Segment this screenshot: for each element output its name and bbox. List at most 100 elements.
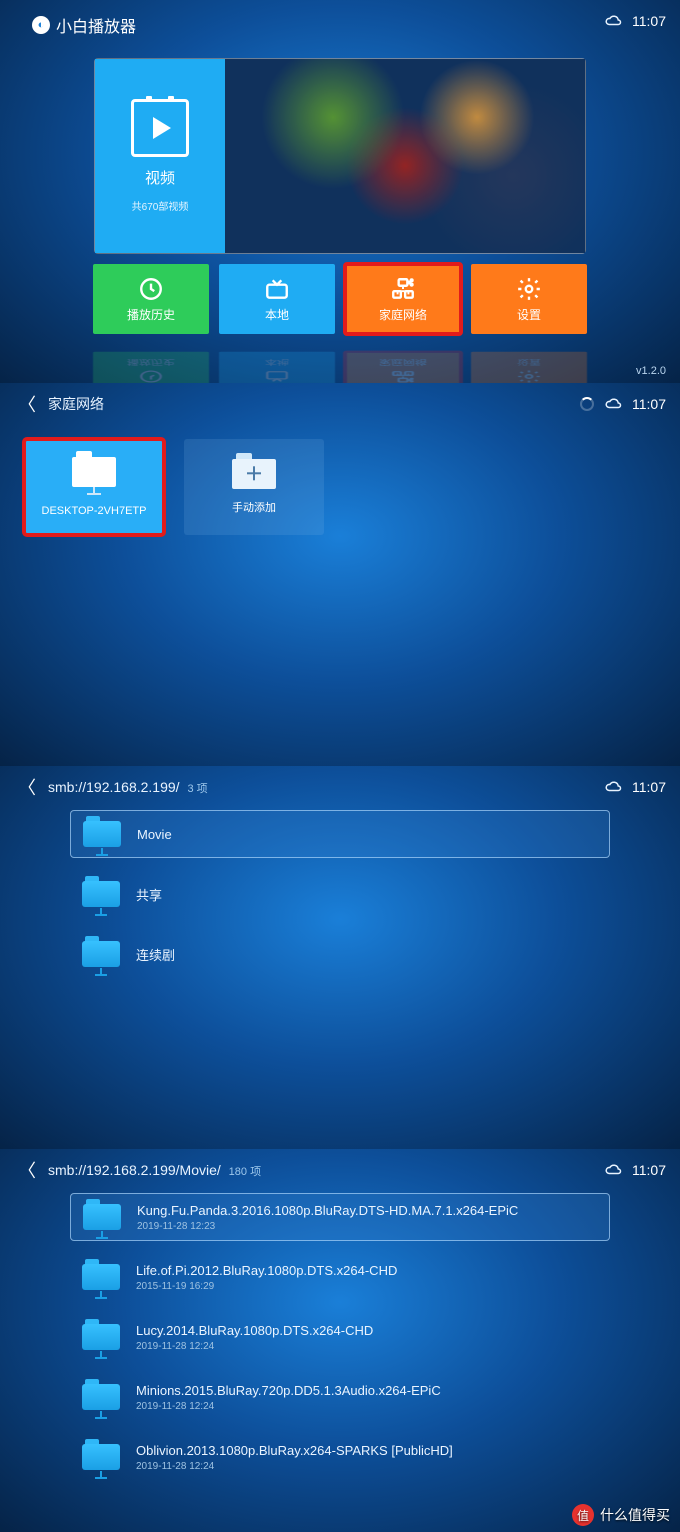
item-name: Lucy.2014.BluRay.1080p.DTS.x264-CHD <box>136 1323 373 1338</box>
network-folder-icon <box>72 457 116 495</box>
list-item[interactable]: Movie <box>70 810 610 858</box>
hero-left-panel: 视频 共670部视频 <box>95 59 225 253</box>
back-button[interactable]: 〈 <box>14 389 40 419</box>
loading-spinner-icon <box>580 397 594 411</box>
item-timestamp: 2019-11-28 12:23 <box>137 1221 518 1232</box>
weather-icon <box>604 11 622 32</box>
folder-list: Kung.Fu.Panda.3.2016.1080p.BluRay.DTS-HD… <box>0 1185 680 1485</box>
watermark: 值 什么值得买 <box>572 1504 670 1526</box>
gear-icon <box>516 276 542 302</box>
home-screen: ◐ 小白播放器 11:07 视频 共670部视频 播放历史 本地 家庭网络 <box>0 0 680 383</box>
menu-tile-label: 家庭网络 <box>379 358 427 367</box>
item-name: Minions.2015.BluRay.720p.DD5.1.3Audio.x2… <box>136 1383 441 1398</box>
network-folder-icon <box>82 1324 120 1350</box>
item-timestamp: 2019-11-28 12:24 <box>136 1341 373 1352</box>
top-bar: 〈 smb://192.168.2.199/Movie/ 180 项 11:07 <box>0 1149 680 1185</box>
network-folder-icon <box>82 881 120 907</box>
app-logo-icon: ◐ <box>32 16 50 34</box>
menu-tile-network[interactable]: 家庭网络 <box>345 352 461 383</box>
clock-text: 11:07 <box>632 13 666 29</box>
device-label: DESKTOP-2VH7ETP <box>42 505 147 517</box>
network-folder-icon <box>82 1384 120 1410</box>
hero-artwork <box>225 59 585 253</box>
weather-icon <box>604 777 622 798</box>
weather-icon <box>604 1160 622 1181</box>
item-name: 连续剧 <box>136 945 175 964</box>
item-name: 共享 <box>136 885 162 904</box>
list-item[interactable]: Minions.2015.BluRay.720p.DD5.1.3Audio.x2… <box>70 1373 610 1421</box>
gear-icon <box>516 370 542 383</box>
item-count: 180 项 <box>229 1166 261 1178</box>
tv-icon <box>264 276 290 302</box>
network-folder-icon <box>82 941 120 967</box>
menu-tile-clock[interactable]: 播放历史 <box>93 352 209 383</box>
list-item[interactable]: 共享 <box>70 870 610 918</box>
app-title: ◐ 小白播放器 <box>14 5 136 37</box>
menu-tile-label: 播放历史 <box>127 306 175 323</box>
menu-tile-label: 本地 <box>265 358 289 367</box>
list-item[interactable]: 连续剧 <box>70 930 610 978</box>
device-label: 手动添加 <box>232 499 276 515</box>
network-screen: 〈 家庭网络 11:07 DESKTOP-2VH7ETP 手动添加 <box>0 383 680 766</box>
menu-tile-tv[interactable]: 本地 <box>219 264 335 334</box>
clock-text: 11:07 <box>632 779 666 795</box>
hero-title: 视频 <box>145 167 175 188</box>
top-bar: ◐ 小白播放器 11:07 <box>0 0 680 36</box>
item-name: Kung.Fu.Panda.3.2016.1080p.BluRay.DTS-HD… <box>137 1203 518 1218</box>
list-item[interactable]: Life.of.Pi.2012.BluRay.1080p.DTS.x264-CH… <box>70 1253 610 1301</box>
menu-tile-label: 本地 <box>265 306 289 323</box>
tiles-reflection: 播放历史 本地 家庭网络 设置 <box>0 352 680 383</box>
add-device-tile[interactable]: 手动添加 <box>184 439 324 535</box>
menu-tile-network[interactable]: 家庭网络 <box>345 264 461 334</box>
hero-video-tile[interactable]: 视频 共670部视频 <box>94 58 586 254</box>
menu-tile-gear[interactable]: 设置 <box>471 352 587 383</box>
menu-tiles: 播放历史 本地 家庭网络 设置 <box>0 264 680 334</box>
list-item[interactable]: Kung.Fu.Panda.3.2016.1080p.BluRay.DTS-HD… <box>70 1193 610 1241</box>
network-device-tile[interactable]: DESKTOP-2VH7ETP <box>24 439 164 535</box>
folder-list: Movie 共享 连续剧 <box>0 802 680 982</box>
folder-add-icon <box>232 459 276 489</box>
menu-tile-clock[interactable]: 播放历史 <box>93 264 209 334</box>
clock-icon <box>138 370 164 383</box>
clock-text: 11:07 <box>632 1162 666 1178</box>
back-button[interactable]: 〈 <box>14 1155 40 1185</box>
item-timestamp: 2015-11-19 16:29 <box>136 1281 397 1292</box>
item-name: Oblivion.2013.1080p.BluRay.x264-SPARKS [… <box>136 1443 453 1458</box>
network-folder-icon <box>83 821 121 847</box>
item-count: 3 项 <box>187 783 207 795</box>
smb-movie-screen: 〈 smb://192.168.2.199/Movie/ 180 项 11:07… <box>0 1149 680 1532</box>
item-name: Life.of.Pi.2012.BluRay.1080p.DTS.x264-CH… <box>136 1263 397 1278</box>
app-title-text: 小白播放器 <box>56 13 136 37</box>
item-timestamp: 2019-11-28 12:24 <box>136 1461 453 1472</box>
breadcrumb-path: smb://192.168.2.199/ <box>48 779 180 795</box>
weather-icon <box>604 394 622 415</box>
version-label: v1.2.0 <box>636 365 666 377</box>
list-item[interactable]: Lucy.2014.BluRay.1080p.DTS.x264-CHD 2019… <box>70 1313 610 1361</box>
smb-root-screen: 〈 smb://192.168.2.199/ 3 项 11:07 Movie 共… <box>0 766 680 1149</box>
video-reel-icon <box>131 99 189 157</box>
menu-tile-gear[interactable]: 设置 <box>471 264 587 334</box>
watermark-text: 什么值得买 <box>600 1505 670 1525</box>
hero-subtitle: 共670部视频 <box>132 198 189 213</box>
watermark-badge-icon: 值 <box>572 1504 594 1526</box>
clock-icon <box>138 276 164 302</box>
network-icon <box>390 370 416 383</box>
network-folder-icon <box>83 1204 121 1230</box>
network-device-grid: DESKTOP-2VH7ETP 手动添加 <box>0 419 680 535</box>
menu-tile-label: 播放历史 <box>127 358 175 367</box>
breadcrumb: 家庭网络 <box>48 394 104 414</box>
breadcrumb-path: smb://192.168.2.199/Movie/ <box>48 1162 221 1178</box>
item-timestamp: 2019-11-28 12:24 <box>136 1401 441 1412</box>
menu-tile-label: 设置 <box>517 306 541 323</box>
list-item[interactable]: Oblivion.2013.1080p.BluRay.x264-SPARKS [… <box>70 1433 610 1481</box>
menu-tile-tv[interactable]: 本地 <box>219 352 335 383</box>
network-folder-icon <box>82 1444 120 1470</box>
menu-tile-label: 家庭网络 <box>379 306 427 323</box>
menu-tile-label: 设置 <box>517 358 541 367</box>
network-folder-icon <box>82 1264 120 1290</box>
breadcrumb: smb://192.168.2.199/ 3 项 <box>48 779 208 796</box>
top-bar: 〈 家庭网络 11:07 <box>0 383 680 419</box>
clock-text: 11:07 <box>632 396 666 412</box>
top-bar: 〈 smb://192.168.2.199/ 3 项 11:07 <box>0 766 680 802</box>
back-button[interactable]: 〈 <box>14 772 40 802</box>
